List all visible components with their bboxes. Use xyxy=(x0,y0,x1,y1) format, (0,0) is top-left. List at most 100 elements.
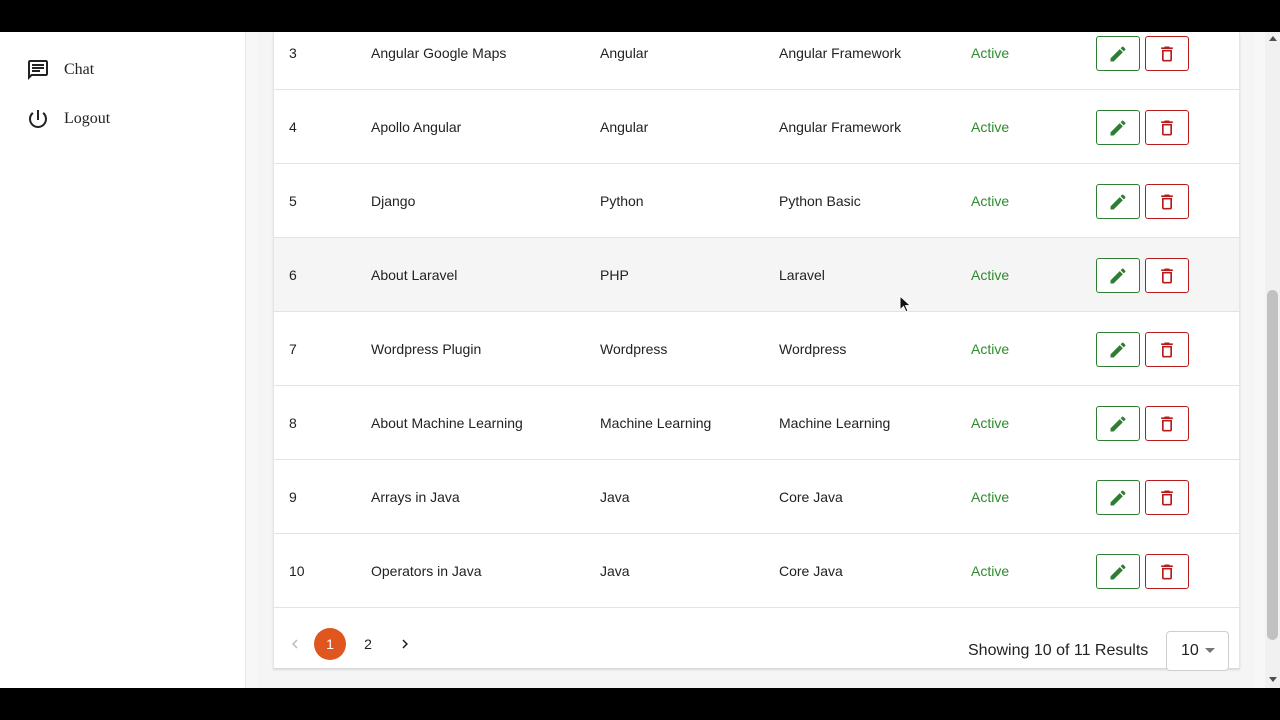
row-subcategory: Core Java xyxy=(779,489,843,505)
row-category: Python xyxy=(600,193,644,209)
pencil-icon xyxy=(1110,193,1126,209)
row-title: Operators in Java xyxy=(371,563,482,579)
row-subcategory: Machine Learning xyxy=(779,415,891,431)
row-id: 7 xyxy=(289,341,297,357)
sidebar-item-logout[interactable]: Logout xyxy=(26,105,110,133)
edit-button[interactable] xyxy=(1096,184,1140,219)
caret-down-icon xyxy=(1205,648,1215,653)
row-title: About Laravel xyxy=(371,267,458,283)
app-viewport: Chat Logout 3 Angular Google Maps Angular A… xyxy=(0,32,1280,688)
trash-icon xyxy=(1161,416,1173,431)
edit-button[interactable] xyxy=(1096,36,1140,71)
row-title: Wordpress Plugin xyxy=(371,341,482,357)
status-badge: Active xyxy=(971,489,1010,505)
scroll-down-arrow-icon[interactable] xyxy=(1269,677,1277,682)
pencil-icon xyxy=(1110,489,1126,505)
table-row[interactable]: 8 About Machine Learning Machine Learning M… xyxy=(274,386,1239,460)
pencil-icon xyxy=(1110,341,1126,357)
delete-button[interactable] xyxy=(1145,184,1189,219)
row-title: Apollo Angular xyxy=(371,119,462,135)
status-badge: Active xyxy=(971,193,1010,209)
status-badge: Active xyxy=(971,563,1010,579)
sidebar: Chat Logout xyxy=(0,32,246,688)
rows-per-page-value: 10 xyxy=(1181,642,1199,659)
delete-button[interactable] xyxy=(1145,36,1189,71)
row-subcategory: Python Basic xyxy=(779,193,861,209)
delete-button[interactable] xyxy=(1145,258,1189,293)
status-badge: Active xyxy=(971,119,1010,135)
scroll-up-arrow-icon[interactable] xyxy=(1269,36,1277,41)
page-scrollbar[interactable] xyxy=(1265,32,1280,688)
row-category: Java xyxy=(600,489,630,505)
row-category: Wordpress xyxy=(600,341,668,357)
trash-icon xyxy=(1161,46,1173,61)
chat-icon xyxy=(26,58,50,82)
row-id: 8 xyxy=(289,415,297,431)
row-subcategory: Wordpress xyxy=(779,341,847,357)
pencil-icon xyxy=(1110,563,1126,579)
table-row[interactable]: 7 Wordpress Plugin Wordpress Wordpress Activ… xyxy=(274,312,1239,386)
row-category: Machine Learning xyxy=(600,415,712,431)
table-row[interactable]: 3 Angular Google Maps Angular Angular Frame… xyxy=(274,32,1239,90)
topics-table-card: 3 Angular Google Maps Angular Angular Frame… xyxy=(273,32,1240,671)
sidebar-item-chat[interactable]: Chat xyxy=(26,56,94,84)
row-category: Java xyxy=(600,563,630,579)
next-page-button[interactable] xyxy=(389,628,421,660)
row-id: 3 xyxy=(289,45,297,61)
pencil-icon xyxy=(1110,415,1126,431)
trash-icon xyxy=(1161,564,1173,579)
power-icon xyxy=(26,107,50,131)
trash-icon xyxy=(1161,120,1173,135)
delete-button[interactable] xyxy=(1145,332,1189,367)
delete-button[interactable] xyxy=(1145,406,1189,441)
status-badge: Active xyxy=(971,341,1010,357)
row-id: 6 xyxy=(289,267,297,283)
edit-button[interactable] xyxy=(1096,258,1140,293)
row-category: PHP xyxy=(600,267,629,283)
page-button-2[interactable]: 2 xyxy=(352,628,384,660)
row-title: Arrays in Java xyxy=(371,489,460,505)
row-id: 5 xyxy=(289,193,297,209)
sidebar-item-label: Chat xyxy=(64,61,95,78)
row-category: Angular xyxy=(600,119,649,135)
pencil-icon xyxy=(1110,267,1126,283)
rows-per-page-select[interactable]: 10 xyxy=(1166,631,1229,671)
delete-button[interactable] xyxy=(1145,554,1189,589)
status-badge: Active xyxy=(971,267,1010,283)
row-title: About Machine Learning xyxy=(371,415,523,431)
row-subcategory: Core Java xyxy=(779,563,843,579)
results-count-text: Showing 10 of 11 Results xyxy=(968,642,1149,659)
edit-button[interactable] xyxy=(1096,480,1140,515)
row-id: 9 xyxy=(289,489,297,505)
row-category: Angular xyxy=(600,45,649,61)
scrollbar-thumb[interactable] xyxy=(1267,290,1278,640)
page-button-1[interactable]: 1 xyxy=(314,628,346,660)
trash-icon xyxy=(1161,342,1173,357)
table-row[interactable]: 4 Apollo Angular Angular Angular Framework A… xyxy=(274,90,1239,164)
table-row[interactable]: 10 Operators in Java Java Core Java Active xyxy=(274,534,1239,608)
edit-button[interactable] xyxy=(1096,406,1140,441)
delete-button[interactable] xyxy=(1145,110,1189,145)
mouse-pointer-icon xyxy=(899,295,912,313)
row-subcategory: Angular Framework xyxy=(779,45,902,61)
prev-page-button[interactable] xyxy=(279,628,311,660)
chevron-left-icon xyxy=(292,639,298,649)
chevron-right-icon xyxy=(402,639,408,649)
row-title: Angular Google Maps xyxy=(371,45,507,61)
trash-icon xyxy=(1161,268,1173,283)
row-subcategory: Laravel xyxy=(779,267,825,283)
row-title: Django xyxy=(371,193,416,209)
pencil-icon xyxy=(1110,45,1126,61)
table-row[interactable]: 9 Arrays in Java Java Core Java Active xyxy=(274,460,1239,534)
edit-button[interactable] xyxy=(1096,110,1140,145)
edit-button[interactable] xyxy=(1096,554,1140,589)
main-content: 3 Angular Google Maps Angular Angular Frame… xyxy=(257,32,1255,688)
delete-button[interactable] xyxy=(1145,480,1189,515)
table-row[interactable]: 5 Django Python Python Basic Active xyxy=(274,164,1239,238)
status-badge: Active xyxy=(971,415,1010,431)
table-row[interactable]: 6 About Laravel PHP Laravel Active xyxy=(274,238,1239,312)
row-subcategory: Angular Framework xyxy=(779,119,902,135)
status-badge: Active xyxy=(971,45,1010,61)
edit-button[interactable] xyxy=(1096,332,1140,367)
sidebar-item-label: Logout xyxy=(64,110,111,127)
